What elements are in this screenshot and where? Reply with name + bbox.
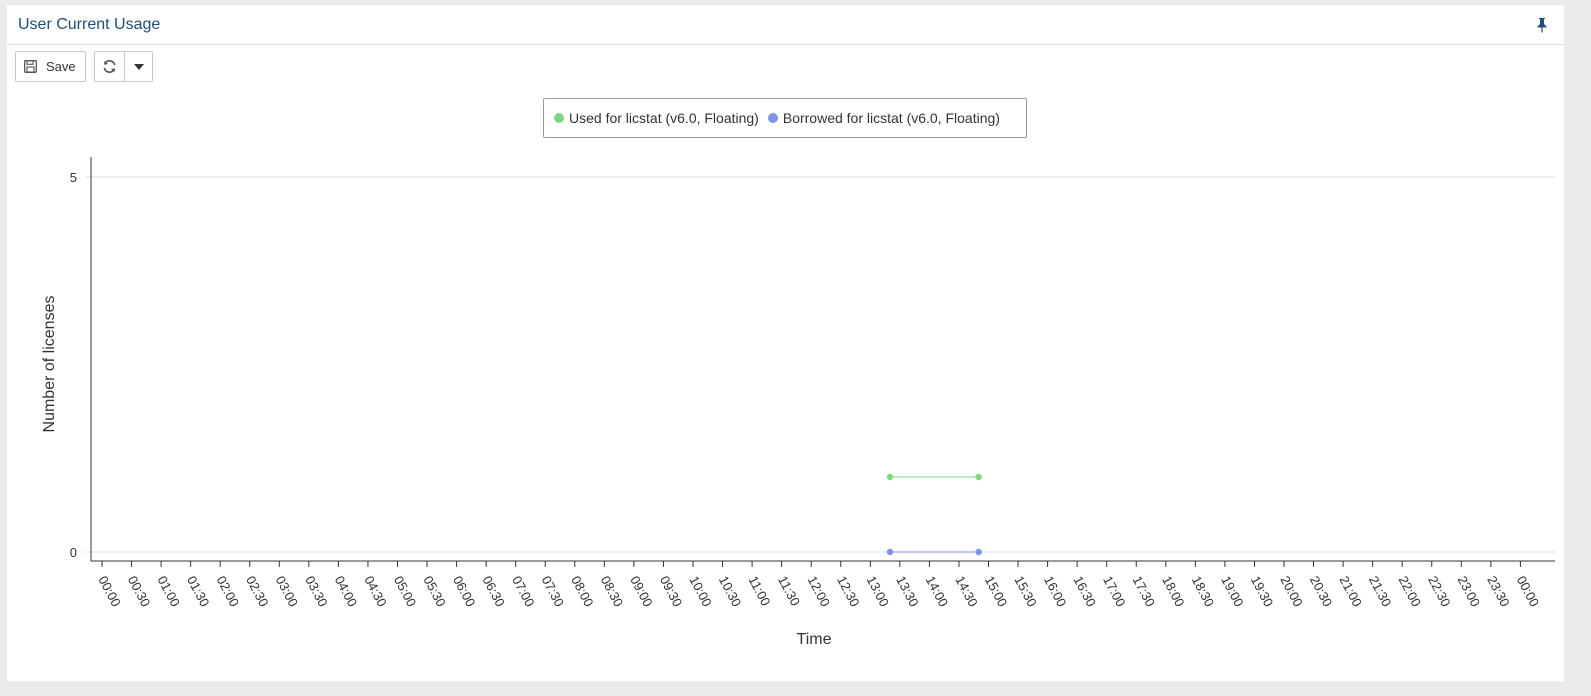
x-tick-label: 03:00 (273, 573, 302, 609)
x-tick-label: 02:00 (214, 573, 243, 609)
x-tick-label: 18:30 (1189, 573, 1218, 609)
x-tick-label: 05:00 (391, 573, 420, 609)
x-tick-label: 14:00 (923, 573, 952, 609)
x-tick-label: 00:00 (1514, 573, 1543, 609)
x-tick-label: 17:30 (1130, 573, 1159, 609)
y-axis-title: Number of licenses (41, 296, 58, 433)
x-tick-label: 23:30 (1484, 573, 1513, 609)
x-tick-label: 04:00 (332, 573, 361, 609)
x-tick-label: 08:30 (598, 573, 627, 609)
x-tick-label: 11:30 (775, 573, 803, 608)
x-tick-label: 05:30 (420, 573, 449, 609)
usage-chart: 0500:00 00:30 01:00 01:30 02:00 02:30 03:00 03:… (41, 157, 1555, 648)
x-tick-label: 22:00 (1396, 573, 1425, 609)
x-tick-label: 20:00 (1277, 573, 1306, 609)
x-tick-label: 13:30 (893, 573, 922, 609)
x-tick-label: 01:30 (184, 573, 213, 609)
x-tick-label: 09:00 (627, 573, 656, 609)
x-tick-label: 16:30 (1071, 573, 1100, 609)
data-point (975, 548, 982, 556)
x-tick-label: 16:00 (1041, 573, 1070, 609)
y-tick-label: 0 (70, 545, 77, 560)
x-tick-label: 06:00 (450, 573, 479, 609)
y-tick-label: 5 (70, 170, 77, 185)
x-tick-label: 09:30 (657, 573, 686, 609)
x-tick-label: 18:00 (1159, 573, 1188, 609)
x-tick-label: 14:30 (952, 573, 981, 609)
x-tick-label: 19:30 (1248, 573, 1277, 609)
x-tick-label: 22:30 (1425, 573, 1454, 609)
x-tick-label: 23:00 (1455, 573, 1484, 609)
x-tick-label: 17:00 (1100, 573, 1129, 609)
x-tick-label: 10:30 (716, 573, 745, 609)
x-tick-label: 10:00 (686, 573, 715, 609)
x-tick-label: 01:00 (154, 573, 183, 609)
x-tick-label: 06:30 (480, 573, 509, 609)
x-tick-label: 19:00 (1218, 573, 1247, 609)
x-tick-label: 12:30 (834, 573, 863, 609)
x-tick-label: 20:30 (1307, 573, 1336, 609)
x-tick-label: 02:30 (243, 573, 272, 609)
x-tick-label: 08:00 (568, 573, 597, 609)
x-tick-label: 03:30 (302, 573, 331, 609)
x-tick-label: 00:30 (125, 573, 154, 609)
x-tick-label: 21:30 (1366, 573, 1395, 609)
x-tick-label: 04:30 (361, 573, 390, 609)
x-tick-label: 07:30 (539, 573, 568, 609)
x-tick-label: 15:00 (982, 573, 1011, 609)
x-tick-label: 15:30 (1011, 573, 1040, 609)
x-tick-label: 21:00 (1336, 573, 1365, 609)
x-tick-label: 12:00 (805, 573, 834, 609)
data-point (886, 473, 894, 481)
x-tick-label: 07:00 (509, 573, 538, 609)
x-tick-label: 11:00 (745, 573, 773, 608)
x-axis-title: Time (797, 631, 832, 648)
x-tick-label: 00:00 (95, 573, 124, 609)
x-tick-label: 13:00 (864, 573, 893, 609)
data-point (975, 473, 982, 481)
data-point (886, 548, 894, 556)
user-usage-panel: User Current Usage Save Used for licstat… (7, 5, 1564, 681)
